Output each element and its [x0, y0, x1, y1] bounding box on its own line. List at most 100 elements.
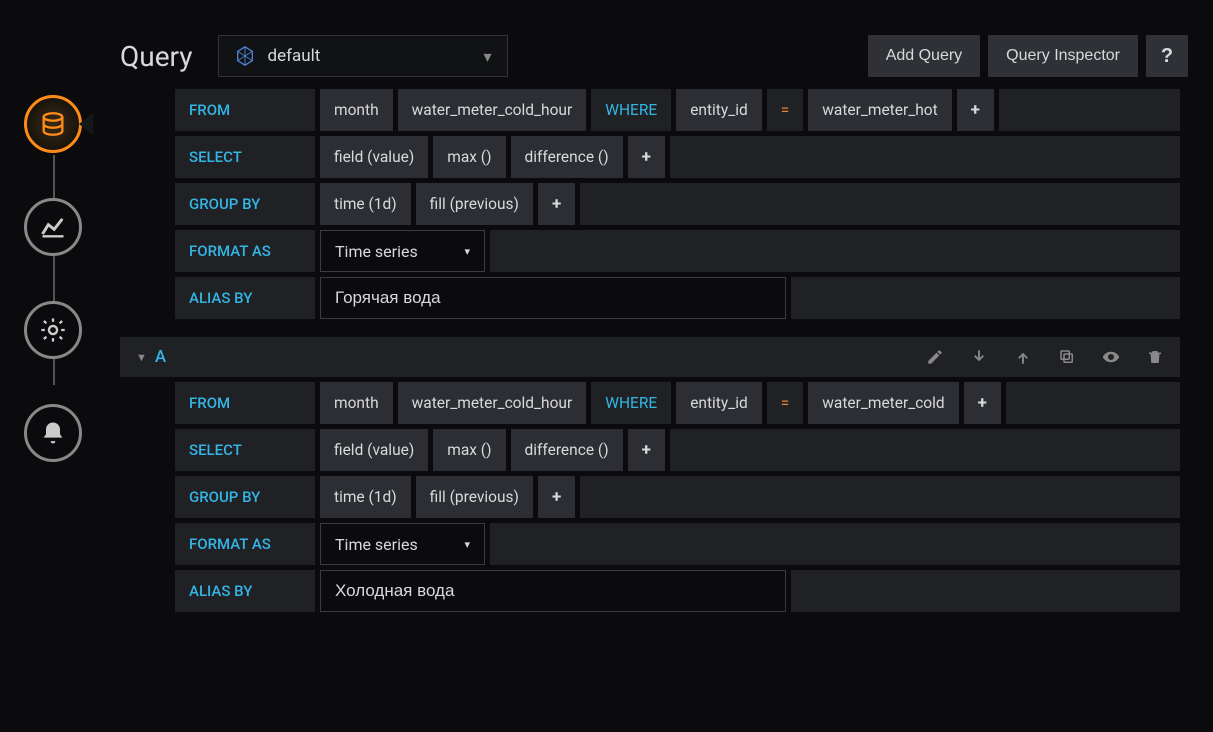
query-inspector-button[interactable]: Query Inspector [988, 35, 1138, 77]
duplicate-query-button[interactable] [1058, 348, 1076, 366]
main-panel: Query default ▾ Add Query Query Inspecto… [105, 0, 1213, 732]
copy-icon [1058, 348, 1076, 366]
from-retention[interactable]: month [320, 382, 393, 424]
add-query-button[interactable]: Add Query [868, 35, 980, 77]
format-row: FORMAT AS Time series ▾ [175, 230, 1180, 272]
select-add-button[interactable]: + [628, 429, 665, 471]
query-block: ▼ A [120, 337, 1180, 612]
sidebar-item-settings[interactable] [24, 301, 82, 359]
format-select[interactable]: Time series ▾ [320, 523, 485, 565]
row-filler [580, 183, 1180, 225]
query-row-header: ▼ A [120, 337, 1180, 377]
database-icon [39, 110, 67, 138]
chevron-down-icon: ▾ [464, 245, 470, 258]
where-value[interactable]: water_meter_cold [808, 382, 958, 424]
from-row: FROM month water_meter_cold_hour WHERE e… [175, 89, 1180, 131]
from-label: FROM [175, 89, 315, 131]
row-filler [999, 89, 1180, 131]
panel-header: Query default ▾ Add Query Query Inspecto… [120, 35, 1188, 77]
query-block: FROM month water_meter_cold_hour WHERE e… [120, 89, 1180, 319]
format-select[interactable]: Time series ▾ [320, 230, 485, 272]
format-value: Time series [335, 535, 418, 554]
from-measurement[interactable]: water_meter_cold_hour [398, 89, 587, 131]
row-filler [791, 570, 1180, 612]
from-label: FROM [175, 382, 315, 424]
left-sidebar [0, 0, 105, 732]
groupby-part[interactable]: time (1d) [320, 476, 411, 518]
query-list: FROM month water_meter_cold_hour WHERE e… [120, 89, 1188, 719]
move-down-button[interactable] [970, 348, 988, 366]
select-label: SELECT [175, 136, 315, 178]
select-add-button[interactable]: + [628, 136, 665, 178]
groupby-label: GROUP BY [175, 476, 315, 518]
datasource-select[interactable]: default ▾ [218, 35, 508, 77]
collapse-toggle[interactable]: ▼ [136, 351, 147, 364]
gear-icon [39, 316, 67, 344]
datasource-icon [234, 45, 256, 67]
where-add-button[interactable]: + [957, 89, 994, 131]
groupby-part[interactable]: time (1d) [320, 183, 411, 225]
select-part[interactable]: field (value) [320, 429, 428, 471]
groupby-add-button[interactable]: + [538, 476, 575, 518]
sidebar-item-visualization[interactable] [24, 198, 82, 256]
edit-query-button[interactable] [926, 348, 944, 366]
groupby-add-button[interactable]: + [538, 183, 575, 225]
where-field[interactable]: entity_id [676, 382, 762, 424]
groupby-part[interactable]: fill (previous) [416, 183, 533, 225]
sidebar-item-datasource[interactable] [24, 95, 82, 153]
groupby-row: GROUP BY time (1d) fill (previous) + [175, 476, 1180, 518]
arrow-up-icon [1014, 348, 1032, 366]
eye-icon [1102, 348, 1120, 366]
chevron-down-icon: ▾ [484, 47, 492, 66]
row-filler [580, 476, 1180, 518]
select-part[interactable]: max () [433, 136, 505, 178]
where-field[interactable]: entity_id [676, 89, 762, 131]
select-part[interactable]: difference () [511, 136, 623, 178]
row-filler [1006, 382, 1180, 424]
from-measurement[interactable]: water_meter_cold_hour [398, 382, 587, 424]
pencil-icon [926, 348, 944, 366]
select-row: SELECT field (value) max () difference (… [175, 136, 1180, 178]
alias-label: ALIAS BY [175, 570, 315, 612]
select-part[interactable]: field (value) [320, 136, 428, 178]
help-button[interactable]: ? [1146, 35, 1188, 77]
select-row: SELECT field (value) max () difference (… [175, 429, 1180, 471]
select-label: SELECT [175, 429, 315, 471]
sidebar-item-alert[interactable] [24, 404, 82, 462]
chevron-down-icon: ▾ [464, 538, 470, 551]
groupby-label: GROUP BY [175, 183, 315, 225]
row-filler [670, 429, 1180, 471]
move-up-button[interactable] [1014, 348, 1032, 366]
where-operator[interactable]: = [767, 89, 804, 131]
alias-label: ALIAS BY [175, 277, 315, 319]
where-keyword: WHERE [591, 89, 671, 131]
from-row: FROM month water_meter_cold_hour WHERE e… [175, 382, 1180, 424]
where-add-button[interactable]: + [964, 382, 1001, 424]
alias-row: ALIAS BY [175, 570, 1180, 612]
from-retention[interactable]: month [320, 89, 393, 131]
trash-icon [1146, 348, 1164, 366]
format-label: FORMAT AS [175, 230, 315, 272]
where-value[interactable]: water_meter_hot [808, 89, 951, 131]
alias-row: ALIAS BY [175, 277, 1180, 319]
row-filler [791, 277, 1180, 319]
alias-input[interactable] [320, 277, 786, 319]
toggle-visibility-button[interactable] [1102, 348, 1120, 366]
groupby-row: GROUP BY time (1d) fill (previous) + [175, 183, 1180, 225]
row-filler [490, 523, 1180, 565]
format-label: FORMAT AS [175, 523, 315, 565]
datasource-name: default [268, 46, 484, 66]
row-filler [670, 136, 1180, 178]
chart-icon [39, 213, 67, 241]
where-operator[interactable]: = [767, 382, 804, 424]
panel-title: Query [120, 40, 193, 73]
query-letter: A [155, 347, 166, 367]
select-part[interactable]: difference () [511, 429, 623, 471]
delete-query-button[interactable] [1146, 348, 1164, 366]
bell-icon [39, 419, 67, 447]
groupby-part[interactable]: fill (previous) [416, 476, 533, 518]
alias-input[interactable] [320, 570, 786, 612]
select-part[interactable]: max () [433, 429, 505, 471]
arrow-down-icon [970, 348, 988, 366]
where-keyword: WHERE [591, 382, 671, 424]
